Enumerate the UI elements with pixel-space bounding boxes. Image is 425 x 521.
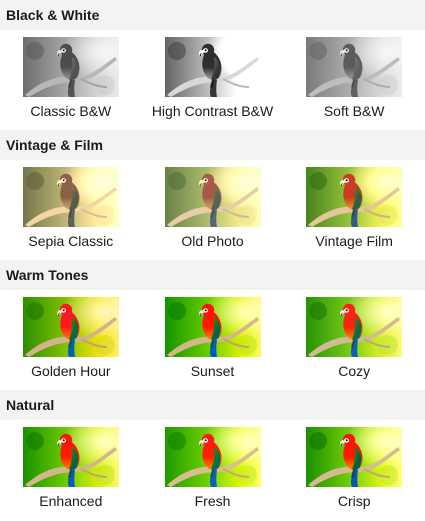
filter-label: Old Photo xyxy=(181,233,244,249)
filter-preview-soft-bandw[interactable] xyxy=(306,37,403,97)
filter-tile-golden-hour[interactable]: Golden Hour xyxy=(0,297,142,390)
filter-preview-old-photo[interactable] xyxy=(164,167,261,227)
filter-grid-warm-tones: Golden Hour Sunset Cozy xyxy=(0,290,425,390)
filter-tile-old-photo[interactable]: Old Photo xyxy=(142,167,284,260)
section-header-warm-tones: Warm Tones xyxy=(0,260,425,290)
filter-preview-high-contrast-bandw[interactable] xyxy=(164,37,261,97)
filter-grid-natural: Enhanced Fresh Crisp xyxy=(0,420,425,520)
filter-preview-cozy[interactable] xyxy=(306,297,403,357)
filter-tile-vintage-film[interactable]: Vintage Film xyxy=(283,167,425,260)
filter-tile-enhanced[interactable]: Enhanced xyxy=(0,427,142,520)
filter-tile-sunset[interactable]: Sunset xyxy=(142,297,284,390)
filter-label: Sunset xyxy=(190,363,235,379)
section-header-black-and-white: Black & White xyxy=(0,0,425,30)
filter-label: Cozy xyxy=(338,363,371,379)
section-header-vintage-and-film: Vintage & Film xyxy=(0,130,425,160)
filter-grid-vintage-and-film: Sepia Classic Old Photo Vintage Film xyxy=(0,160,425,260)
filter-preview-classic-bandw[interactable] xyxy=(22,37,119,97)
filter-tile-high-contrast-bandw[interactable]: High Contrast B&W xyxy=(142,37,284,130)
filter-label: Classic B&W xyxy=(30,103,112,119)
filter-tile-fresh[interactable]: Fresh xyxy=(142,427,284,520)
filter-tile-sepia-classic[interactable]: Sepia Classic xyxy=(0,167,142,260)
filter-label: Sepia Classic xyxy=(28,233,114,249)
filter-label: Enhanced xyxy=(39,493,103,509)
filter-preview-sunset[interactable] xyxy=(164,297,261,357)
filter-label: Fresh xyxy=(194,493,231,509)
section-header-natural: Natural xyxy=(0,390,425,420)
filter-tile-cozy[interactable]: Cozy xyxy=(283,297,425,390)
filter-label: Vintage Film xyxy=(315,233,393,249)
filter-label: Golden Hour xyxy=(31,363,111,379)
filter-preview-crisp[interactable] xyxy=(306,427,403,487)
filter-preview-fresh[interactable] xyxy=(164,427,261,487)
filter-label: High Contrast B&W xyxy=(151,103,274,119)
filter-preview-vintage-film[interactable] xyxy=(306,167,403,227)
filter-tile-classic-bandw[interactable]: Classic B&W xyxy=(0,37,142,130)
filter-preview-enhanced[interactable] xyxy=(22,427,119,487)
filter-label: Soft B&W xyxy=(323,103,385,119)
filter-gallery: Black & White Classic B&W High Contrast … xyxy=(0,0,425,521)
filter-label: Crisp xyxy=(337,493,371,509)
filter-grid-black-and-white: Classic B&W High Contrast B&W Soft B&W xyxy=(0,30,425,130)
filter-tile-crisp[interactable]: Crisp xyxy=(283,427,425,520)
filter-preview-golden-hour[interactable] xyxy=(22,297,119,357)
filter-tile-soft-bandw[interactable]: Soft B&W xyxy=(283,37,425,130)
filter-preview-sepia-classic[interactable] xyxy=(22,167,119,227)
